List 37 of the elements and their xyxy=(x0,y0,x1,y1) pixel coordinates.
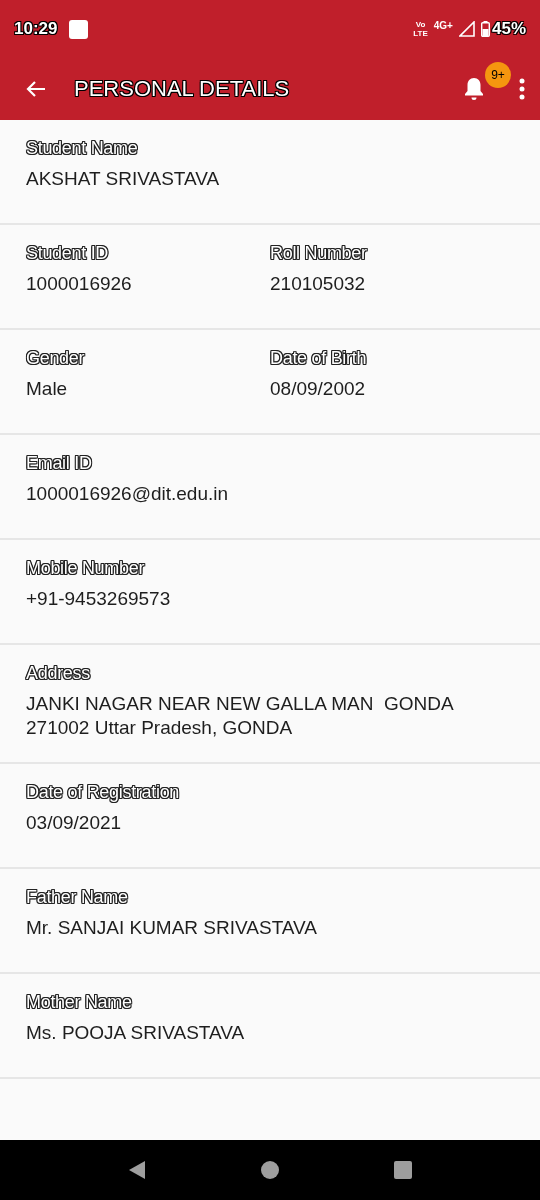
field-value: JANKI NAGAR NEAR NEW GALLA MAN GONDA 271002 Uttar Pradesh, GONDA xyxy=(26,692,455,740)
field-label: Student Name xyxy=(26,138,139,159)
more-options-icon xyxy=(519,78,525,100)
bell-icon xyxy=(462,76,486,102)
signal-icon xyxy=(458,21,475,37)
field-value: 210105032 xyxy=(270,272,367,296)
field-value: Male xyxy=(26,377,69,401)
field-label: Roll Number xyxy=(270,243,369,264)
notification-square-icon xyxy=(69,19,89,39)
field-label: Mother Name xyxy=(26,992,134,1013)
volte-indicator: Vo LTE xyxy=(413,20,428,38)
field-label: Date of Birth xyxy=(270,348,368,369)
field-value: +91-9453269573 xyxy=(26,587,171,611)
back-nav-icon[interactable] xyxy=(127,1160,146,1180)
recents-nav-icon[interactable] xyxy=(394,1161,413,1179)
notification-badge: 9+ xyxy=(485,62,511,88)
battery-icon xyxy=(480,21,490,37)
field-value: 03/09/2021 xyxy=(26,811,123,835)
field-label: Gender xyxy=(26,348,87,369)
field-label: Email ID xyxy=(26,453,94,474)
network-type: 4G+ xyxy=(433,20,453,31)
field-label: Date of Registration xyxy=(26,782,180,803)
field-label: Mobile Number xyxy=(26,558,147,579)
status-time: 10:29 xyxy=(14,19,58,39)
field-label: Father Name xyxy=(26,887,130,908)
field-value: Mr. SANJAI KUMAR SRIVASTAVA xyxy=(26,916,318,940)
field-value: 1000016926@dit.edu.in xyxy=(26,482,229,506)
field-value: Ms. POOJA SRIVASTAVA xyxy=(26,1021,245,1045)
field-value: AKSHAT SRIVASTAVA xyxy=(26,167,220,191)
notification-button[interactable] xyxy=(462,76,486,102)
field-value: 1000016926 xyxy=(26,272,133,296)
page-title: PERSONAL DETAILS xyxy=(74,76,290,102)
field-label: Address xyxy=(26,663,92,684)
home-nav-icon[interactable] xyxy=(261,1161,279,1179)
battery-percentage: 45% xyxy=(491,19,526,39)
field-label: Student ID xyxy=(26,243,110,264)
field-value: 08/09/2002 xyxy=(270,377,367,401)
